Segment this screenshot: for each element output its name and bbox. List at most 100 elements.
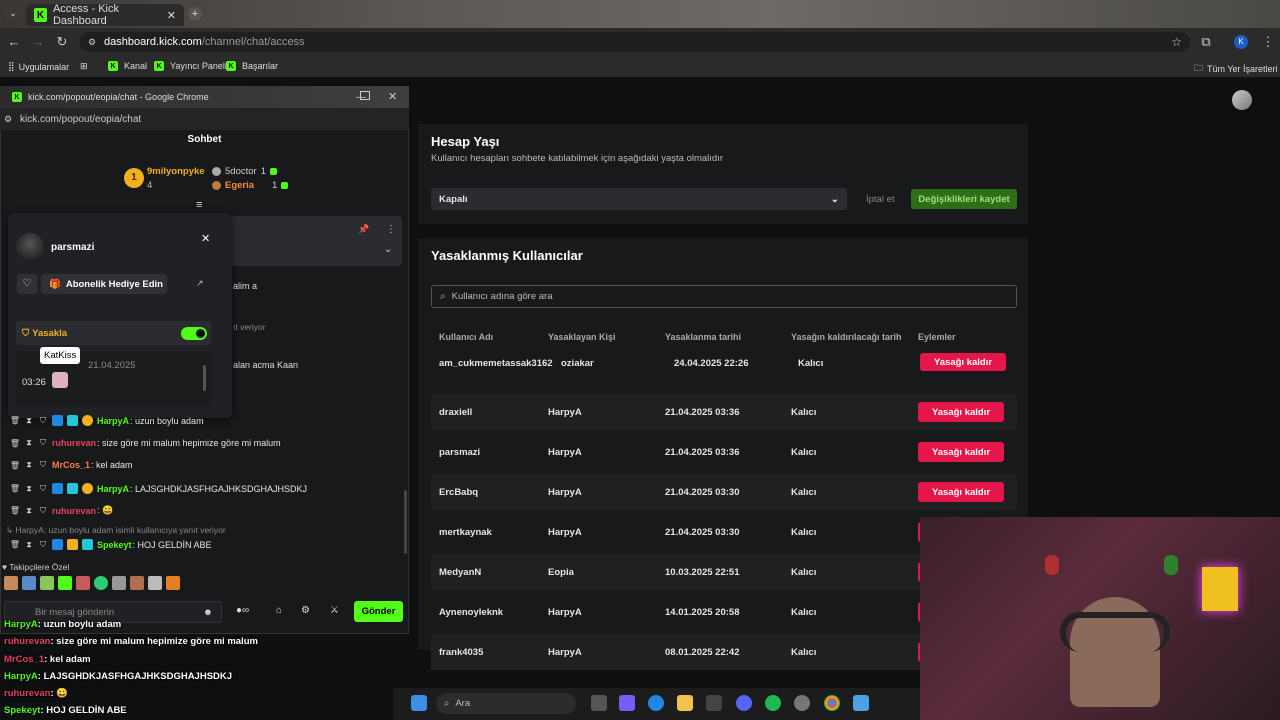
chat-message: 🗑 ⧗ ⛉ Spekeyt: HOJ GELDİN ABE xyxy=(10,539,212,550)
site-info-icon[interactable]: ⚙ xyxy=(88,37,96,48)
filter-icon[interactable]: ≡ xyxy=(196,199,202,211)
copilot-icon[interactable] xyxy=(619,695,635,711)
trash-icon[interactable]: 🗑 xyxy=(10,540,20,550)
viewers-icon[interactable]: ●∞ xyxy=(236,605,249,616)
mod-icon[interactable]: ⚔ xyxy=(330,605,339,616)
chat-username[interactable]: HarpyA xyxy=(97,484,129,494)
more-icon[interactable]: ⋮ xyxy=(386,224,396,235)
account-age-select[interactable]: Kapalı ⌄ xyxy=(431,188,847,210)
emote-icon[interactable] xyxy=(76,576,90,590)
trash-icon[interactable]: 🗑 xyxy=(10,460,20,470)
ban-toggle[interactable] xyxy=(181,327,207,340)
ban-shield-icon[interactable]: ⛉ xyxy=(38,416,48,426)
chat-username[interactable]: ruhurevan xyxy=(52,438,96,448)
pin-icon[interactable]: 📌 xyxy=(358,224,369,235)
gift-sub-button[interactable]: 🎁 Abonelik Hediye Edin xyxy=(41,274,167,294)
unban-button[interactable]: Yasağı kaldır xyxy=(918,442,1004,462)
menu-icon[interactable]: ⋮ xyxy=(1260,34,1276,50)
timeout-icon[interactable]: ⧗ xyxy=(24,460,34,470)
ban-shield-icon[interactable]: ⛉ xyxy=(38,460,48,470)
cancel-button[interactable]: İptal et xyxy=(866,194,895,205)
unban-button[interactable]: Yasağı kaldır xyxy=(920,353,1006,371)
user-avatar[interactable] xyxy=(1232,90,1252,110)
timeout-icon[interactable]: ⧗ xyxy=(24,484,34,494)
spotify-icon[interactable] xyxy=(765,695,781,711)
reload-icon[interactable]: ↻ xyxy=(54,34,70,50)
obs-icon[interactable] xyxy=(794,695,810,711)
timeout-icon[interactable]: ⧗ xyxy=(24,540,34,550)
discord-icon[interactable] xyxy=(736,695,752,711)
chat-username[interactable]: MrCos_1 xyxy=(52,460,90,470)
trash-icon[interactable]: 🗑 xyxy=(10,438,20,448)
trash-icon[interactable]: 🗑 xyxy=(10,416,20,426)
emote-icon[interactable] xyxy=(4,576,18,590)
ban-shield-icon[interactable]: ⛉ xyxy=(38,506,48,516)
store-icon[interactable] xyxy=(706,695,722,711)
chat-scrollbar[interactable] xyxy=(404,490,407,554)
profile-avatar[interactable]: K xyxy=(1234,35,1248,49)
chrome-icon[interactable] xyxy=(824,695,840,711)
scrollbar[interactable] xyxy=(203,365,206,391)
emote-icon[interactable] xyxy=(58,576,72,590)
tab-close-icon[interactable]: ✕ xyxy=(167,9,176,22)
ban-shield-icon[interactable]: ⛉ xyxy=(38,484,48,494)
ban-shield-icon[interactable]: ⛉ xyxy=(38,438,48,448)
bookmark-kanal[interactable]: K Kanal xyxy=(108,61,147,71)
save-changes-button[interactable]: Değişiklikleri kaydet xyxy=(911,189,1017,209)
emote-icon[interactable] xyxy=(94,576,108,590)
ban-shield-icon[interactable]: ⛉ xyxy=(38,540,48,550)
emote-icon[interactable] xyxy=(148,576,162,590)
forward-icon[interactable]: → xyxy=(30,34,46,50)
tab-search-button[interactable]: ⌄ xyxy=(6,6,20,20)
bookmark-apps[interactable]: ⣿ Uygulamalar xyxy=(8,61,69,72)
emote-icon[interactable] xyxy=(40,576,54,590)
row-username: am_cukmemetassak3162 xyxy=(439,358,553,369)
bookmark-basarilar[interactable]: K Başarılar xyxy=(226,61,278,71)
follow-heart-icon[interactable]: ♡ xyxy=(17,274,37,294)
close-icon[interactable]: ✕ xyxy=(201,232,210,245)
leader-third-name: Egeria xyxy=(225,180,255,191)
site-info-icon[interactable]: ⚙ xyxy=(4,114,12,125)
all-bookmarks[interactable]: 🗀 Tüm Yer İşaretleri xyxy=(1194,61,1278,77)
emote-icon[interactable] xyxy=(112,576,126,590)
trash-icon[interactable]: 🗑 xyxy=(10,484,20,494)
edge-icon[interactable] xyxy=(648,695,664,711)
chat-username[interactable]: HarpyA xyxy=(97,416,129,426)
file-explorer-icon[interactable] xyxy=(677,695,693,711)
send-button[interactable]: Gönder xyxy=(354,601,403,622)
timeout-icon[interactable]: ⧗ xyxy=(24,438,34,448)
new-tab-button[interactable]: + xyxy=(188,7,202,21)
timeout-icon[interactable]: ⧗ xyxy=(24,416,34,426)
emoji-icon[interactable]: ☻ xyxy=(203,607,213,618)
chat-username[interactable]: ruhurevan xyxy=(52,506,96,516)
leader-second[interactable]: 5doctor 1 xyxy=(212,166,277,177)
bookmark-yayinci[interactable]: K Yayıncı Paneli xyxy=(154,61,227,71)
windows-start-icon[interactable] xyxy=(411,695,427,711)
emote-icon[interactable] xyxy=(130,576,144,590)
emote-icon[interactable] xyxy=(166,576,180,590)
trash-icon[interactable]: 🗑 xyxy=(10,506,20,516)
bookmark-grid[interactable]: ⊞ xyxy=(80,61,88,72)
shop-icon[interactable]: ⌂ xyxy=(276,605,282,616)
timeout-icon[interactable]: ⧗ xyxy=(24,506,34,516)
leader-third[interactable]: Egeria 1 xyxy=(212,180,289,191)
back-icon[interactable]: ← xyxy=(6,34,22,50)
taskbar-search[interactable]: ⌕ Ara xyxy=(436,693,576,714)
bookmark-star-icon[interactable]: ☆ xyxy=(1171,35,1182,49)
chat-username[interactable]: Spekeyt xyxy=(97,540,132,550)
maximize-icon[interactable] xyxy=(360,91,370,100)
reply-icon[interactable]: ↗ xyxy=(196,278,204,289)
banned-search-input[interactable]: ⌕ Kullanıcı adına göre ara xyxy=(431,285,1017,308)
url-field[interactable]: ⚙ dashboard.kick.com/channel/chat/access… xyxy=(80,32,1190,52)
extensions-icon[interactable]: ⧉ xyxy=(1198,34,1214,50)
task-view-icon[interactable] xyxy=(591,695,607,711)
chevron-down-icon[interactable]: ⌄ xyxy=(384,244,392,255)
tab-active[interactable]: K Access - Kick Dashboard ✕ xyxy=(26,3,184,27)
leader-first-name[interactable]: 9milyonpyke xyxy=(147,166,205,177)
close-window-icon[interactable]: ✕ xyxy=(388,90,397,103)
unban-button[interactable]: Yasağı kaldır xyxy=(918,402,1004,422)
emote-icon[interactable] xyxy=(22,576,36,590)
app-icon[interactable] xyxy=(853,695,869,711)
settings-gear-icon[interactable]: ⚙ xyxy=(301,605,310,616)
unban-button[interactable]: Yasağı kaldır xyxy=(918,482,1004,502)
